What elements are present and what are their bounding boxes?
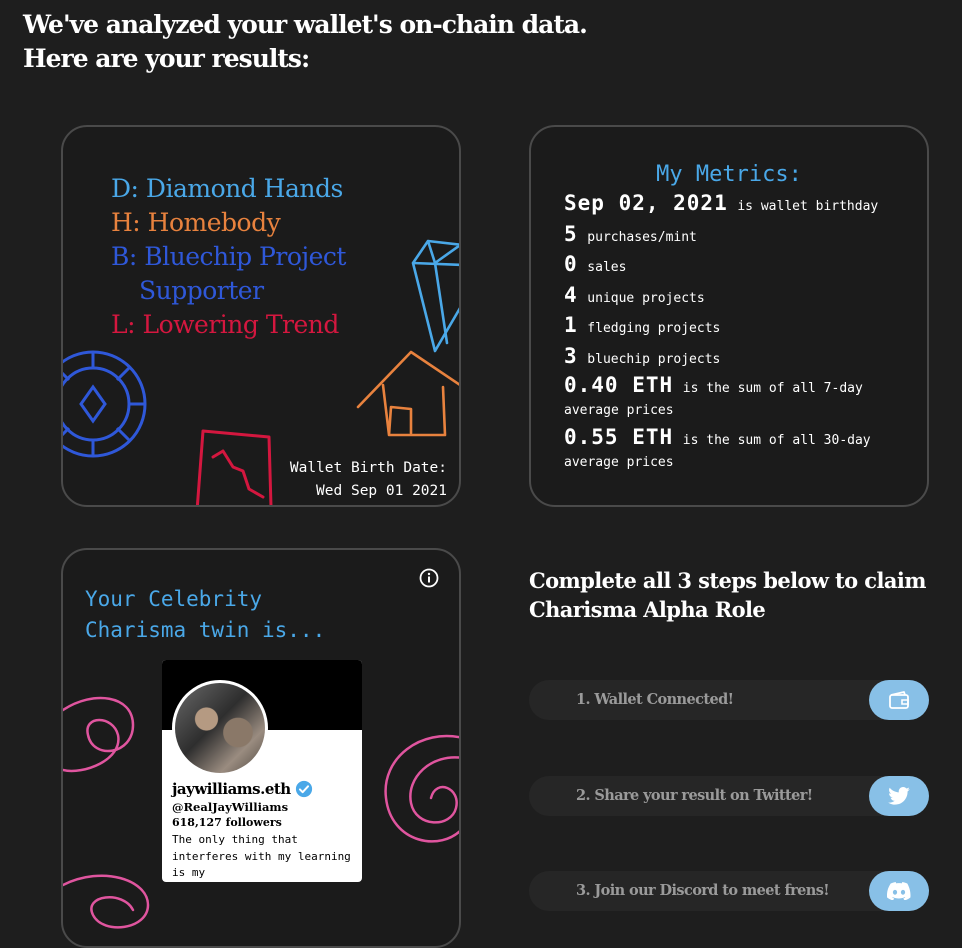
persona-bluechip: B: Bluechip Project [111,242,346,271]
metrics-list: Sep 02, 2021 is wallet birthday 5 purcha… [564,192,914,479]
verified-badge-icon [295,780,312,798]
step-join-discord: 3. Join our Discord to meet frens! [529,871,929,911]
scribble-icon [63,696,135,773]
birth-date-value: Wed Sep 01 2021 [316,483,447,499]
twin-title-line-1: Your Celebrity [85,587,263,611]
metric-value: 3 [564,343,578,368]
info-icon[interactable] [419,568,439,588]
metric-value: 5 [564,221,578,246]
headline-line-1: We've analyzed your wallet's on-chain da… [23,10,588,39]
steps-title: Complete all 3 steps below to claim Char… [529,566,926,624]
persona-bluechip-cont: Supporter [139,276,264,305]
metric-value: 0.55 ETH [564,425,674,449]
metric-value: 0.40 ETH [564,373,674,397]
results-headline: We've analyzed your wallet's on-chain da… [23,8,588,76]
metric-label: sales [587,260,627,275]
metric-row: 0 sales [564,253,914,279]
metric-row: 0.55 ETH is the sum of all 30-day averag… [564,427,914,473]
steps-title-line-2: Charisma Alpha Role [529,597,766,622]
headline-line-2: Here are your results: [23,44,310,73]
profile-bio: The only thing that interferes with my l… [172,833,351,879]
wallet-icon [889,691,909,709]
profile-name: jaywilliams.eth [172,780,313,798]
metric-value: 1 [564,313,578,337]
twitter-icon [888,787,910,805]
metric-label: fledging projects [587,321,721,336]
step-wallet-connected: 1. Wallet Connected! [529,680,929,720]
step-label: 1. Wallet Connected! [576,691,734,708]
metric-label: is wallet birthday [737,199,879,214]
house-icon [356,350,459,437]
metric-row: 0.40 ETH is the sum of all 7-day average… [564,375,914,421]
discord-icon [887,882,911,900]
celebrity-twin-card: Your Celebrity Charisma twin is... jaywi… [61,548,461,948]
metric-label: bluechip projects [587,351,721,367]
profile-handle: @RealJayWilliams [172,800,289,814]
metric-label: purchases/mint [587,229,697,245]
metric-value: 4 [564,282,578,307]
persona-homebody: H: Homebody [111,208,281,237]
persona-card: D: Diamond Hands H: Homebody B: Bluechip… [61,125,461,507]
twin-profile-card[interactable]: jaywilliams.eth @RealJayWilliams 618,127… [162,660,362,882]
step-label: 2. Share your result on Twitter! [576,787,813,804]
twin-title-line-2: Charisma twin is... [85,618,326,642]
twin-title: Your Celebrity Charisma twin is... [85,584,325,646]
persona-diamond-hands: D: Diamond Hands [111,174,343,203]
spiral-icon [384,734,459,843]
loop-icon [63,874,150,929]
wallet-button[interactable] [869,680,929,720]
avatar [172,680,268,776]
diamond-icon [411,239,459,353]
metric-row: 5 purchases/mint [564,223,914,249]
chart-icon [195,429,273,505]
step-label: 3. Join our Discord to meet frens! [576,882,830,899]
twitter-share-button[interactable] [869,776,929,816]
metric-row: 3 bluechip projects [564,345,914,371]
profile-followers: 618,127 followers [172,816,282,829]
metric-label: unique projects [587,290,705,306]
persona-lowering-trend: L: Lowering Trend [111,310,339,339]
metric-value: 0 [564,252,578,276]
metric-row: 4 unique projects [564,284,914,310]
birth-date-label: Wallet Birth Date: [289,460,447,476]
metrics-title: My Metrics: [656,162,802,187]
wallet-birth-date: Wallet Birth Date: Wed Sep 01 2021 [290,457,447,503]
discord-join-button[interactable] [869,871,929,911]
metric-row: Sep 02, 2021 is wallet birthday [564,192,914,218]
steps-title-line-1: Complete all 3 steps below to claim [529,568,926,593]
metric-row: 1 fledging projects [564,314,914,340]
metric-value: Sep 02, 2021 [564,191,728,215]
profile-name-text: jaywilliams.eth [172,780,291,798]
step-share-twitter: 2. Share your result on Twitter! [529,776,929,816]
metrics-card: My Metrics: Sep 02, 2021 is wallet birth… [529,125,929,507]
chip-icon [63,350,147,458]
